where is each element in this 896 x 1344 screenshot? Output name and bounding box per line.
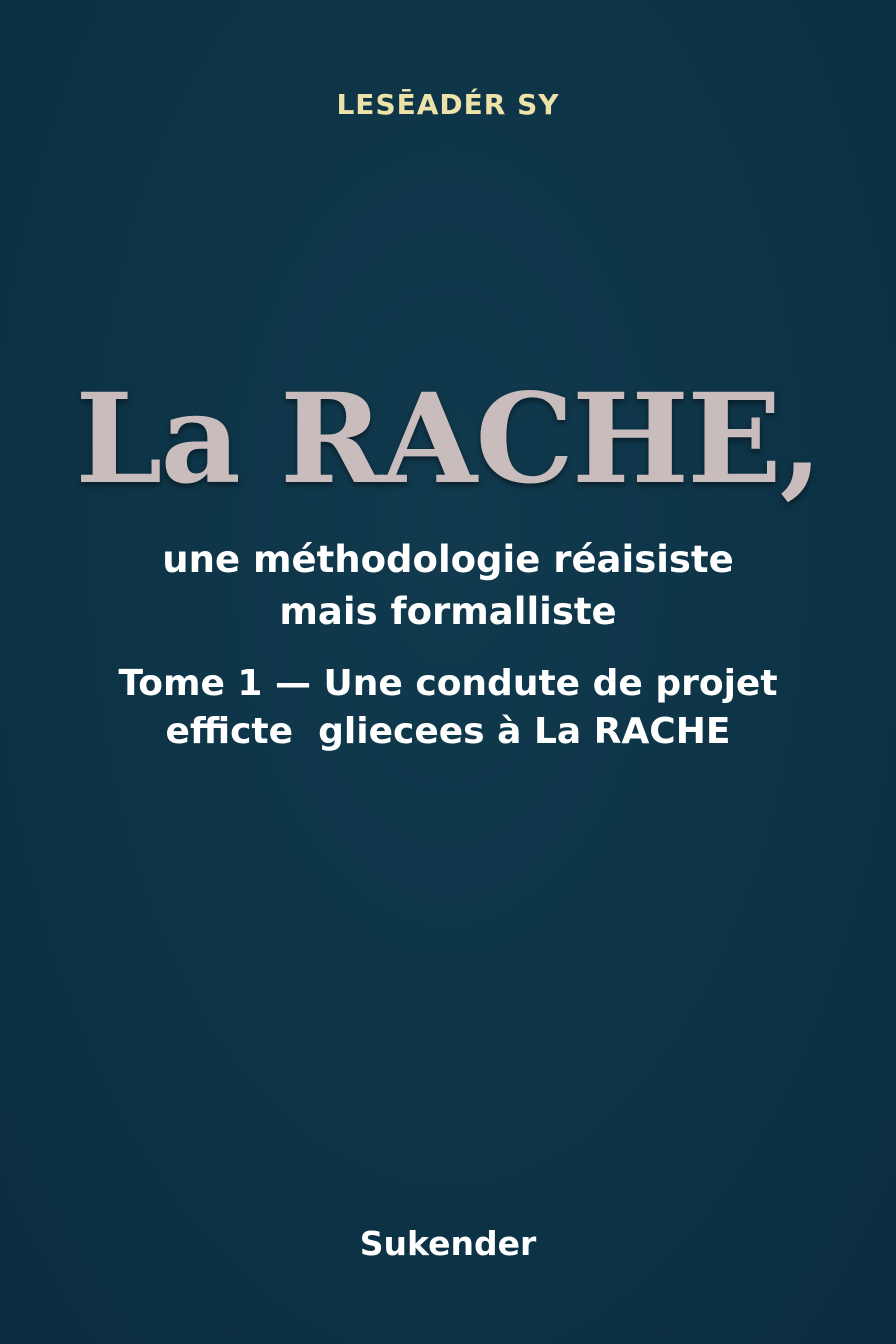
author-name: LESĒADÉR SY [336, 88, 560, 121]
subtitle-line: mais formalliste [279, 590, 617, 633]
tome-line: Tome 1 — Une condute de projet [118, 663, 778, 704]
publisher-name: Sukender [359, 1224, 537, 1263]
tome-line: efficte gliecees à La RACHE [165, 711, 731, 752]
tome-heading: Tome 1 — Une condute de projet efficte g… [0, 660, 896, 756]
book-title: La RACHE, [75, 367, 823, 512]
book-cover: LESĒADÉR SY La RACHE, une méthodologie r… [0, 0, 896, 1344]
book-subtitle: une méthodologie réaisiste mais formalli… [0, 534, 896, 638]
subtitle-line: une méthodologie réaisiste [162, 538, 734, 581]
